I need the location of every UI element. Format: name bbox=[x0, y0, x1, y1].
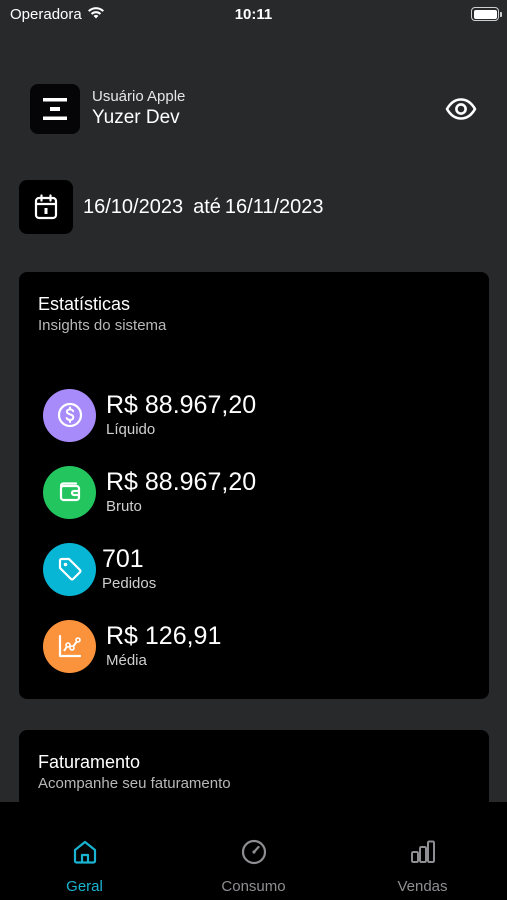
app-logo bbox=[30, 84, 80, 134]
wallet-icon bbox=[43, 465, 96, 519]
billing-subtitle: Acompanhe seu faturamento bbox=[38, 775, 231, 792]
user-info: Usuário Apple Yuzer Dev bbox=[92, 88, 185, 129]
calendar-button[interactable] bbox=[19, 180, 73, 234]
statistics-title: Estatísticas bbox=[38, 294, 131, 314]
user-name: Yuzer Dev bbox=[92, 107, 180, 128]
tag-icon bbox=[43, 542, 96, 596]
stat-label: Bruto bbox=[106, 498, 142, 515]
billing-title: Faturamento bbox=[38, 752, 141, 772]
stat-media: R$ 126,91 Média bbox=[43, 619, 221, 673]
tab-geral[interactable]: Geral bbox=[0, 802, 169, 900]
stat-value: R$ 88.967,20 bbox=[106, 468, 257, 496]
date-range-selector[interactable]: 16/10/2023 até 16/11/2023 bbox=[19, 180, 488, 234]
tab-label: Vendas bbox=[397, 878, 448, 895]
app-screen: Operadora 10:11 Usuário Apple Yuzer Dev bbox=[0, 0, 507, 900]
toggle-visibility-button[interactable] bbox=[445, 94, 477, 124]
stat-value: R$ 88.967,20 bbox=[106, 391, 257, 419]
calendar-icon bbox=[34, 194, 58, 220]
date-range-text[interactable]: 16/10/2023 até 16/11/2023 bbox=[83, 196, 324, 219]
status-time: 10:11 bbox=[234, 6, 273, 23]
user-header: Usuário Apple Yuzer Dev bbox=[30, 84, 477, 134]
tab-vendas[interactable]: Vendas bbox=[338, 802, 507, 900]
stat-liquido: R$ 88.967,20 Líquido bbox=[43, 388, 256, 442]
statistics-subtitle: Insights do sistema bbox=[38, 317, 167, 334]
chart-line-icon bbox=[43, 619, 96, 673]
stat-label: Pedidos bbox=[102, 575, 157, 592]
date-end: 16/11/2023 bbox=[224, 195, 324, 218]
stat-label: Líquido bbox=[106, 421, 156, 438]
statistics-card: Estatísticas Insights do sistema R$ 88.9… bbox=[19, 272, 489, 699]
stat-value: 701 bbox=[102, 545, 144, 573]
bar-chart-icon bbox=[408, 838, 438, 866]
user-subtitle: Usuário Apple bbox=[92, 88, 186, 105]
tab-label: Consumo bbox=[221, 878, 286, 895]
stat-pedidos: 701 Pedidos bbox=[43, 542, 156, 596]
status-bar: Operadora 10:11 bbox=[0, 0, 507, 30]
home-icon bbox=[70, 838, 100, 866]
gauge-icon bbox=[239, 838, 269, 866]
tab-label: Geral bbox=[66, 878, 103, 895]
tab-consumo[interactable]: Consumo bbox=[169, 802, 338, 900]
stat-label: Média bbox=[106, 652, 147, 669]
dollar-circle-icon bbox=[43, 388, 96, 442]
date-connector: até bbox=[193, 195, 221, 218]
date-start: 16/10/2023 bbox=[83, 195, 184, 218]
bottom-tab-bar: Geral Consumo Vendas bbox=[0, 802, 507, 900]
eye-icon bbox=[445, 98, 477, 120]
stat-value: R$ 126,91 bbox=[106, 622, 222, 650]
stat-bruto: R$ 88.967,20 Bruto bbox=[43, 465, 256, 519]
battery-icon bbox=[471, 7, 502, 21]
